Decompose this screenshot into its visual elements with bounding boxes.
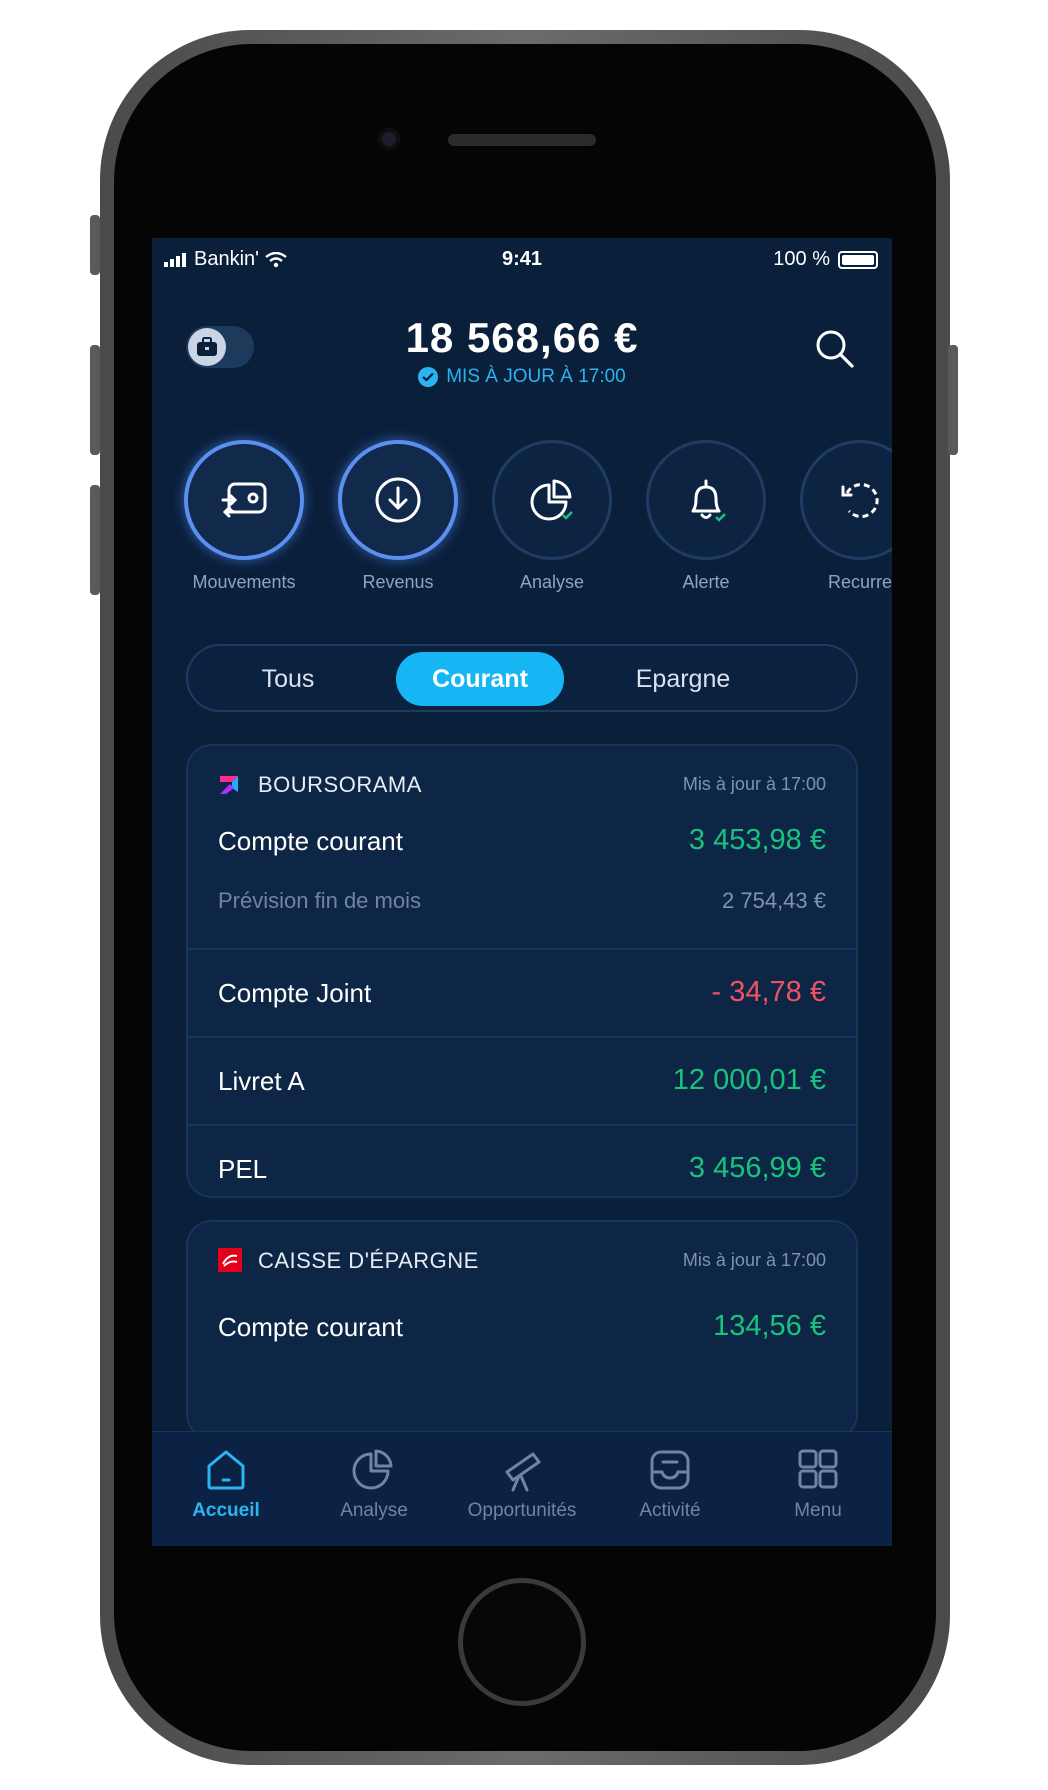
account-name: Compte Joint (218, 978, 372, 1008)
account-row[interactable]: Compte courant 3 453,98 € (188, 816, 856, 878)
grid-icon (798, 1449, 838, 1489)
caisse-epargne-logo-icon (218, 1248, 242, 1272)
shortcut-ring (492, 440, 612, 560)
tab-epargne[interactable]: Epargne (588, 652, 778, 706)
account-row[interactable]: Compte courant 134,56 € (188, 1302, 856, 1364)
shortcut-label: Revenus (362, 572, 434, 592)
search-icon[interactable] (812, 326, 858, 372)
bank-card-caisse-epargne: CAISSE D'ÉPARGNE Mis à jour à 17:00 Comp… (186, 1220, 858, 1440)
bank-updated: Mis à jour à 17:00 (682, 1250, 826, 1270)
pie-chart-icon (352, 1449, 393, 1490)
account-name: Livret A (218, 1066, 305, 1096)
power-button (948, 345, 958, 455)
battery-icon (838, 250, 878, 269)
shortcut-label: Recurre (827, 572, 892, 592)
shortcut-alerte[interactable]: Alerte (644, 440, 768, 593)
bank-name: BOURSORAMA (258, 772, 422, 797)
bank-name: CAISSE D'ÉPARGNE (258, 1248, 479, 1273)
bank-header: CAISSE D'ÉPARGNE Mis à jour à 17:00 (188, 1222, 856, 1292)
total-balance: 18 568,66 € (405, 314, 639, 361)
bottom-tab-bar: Accueil Analyse Opportunités Activité Me… (152, 1431, 892, 1546)
status-right: 100 % (773, 248, 878, 271)
shortcut-label: Alerte (682, 572, 730, 592)
front-camera (378, 128, 400, 150)
mute-switch (90, 215, 100, 275)
transfer-card-icon (221, 482, 267, 518)
nav-label: Menu (794, 1500, 842, 1521)
download-circle-icon (375, 477, 421, 523)
account-filter-tabs: Tous Courant Epargne (186, 644, 858, 712)
pie-chart-check-icon (530, 479, 573, 521)
account-row[interactable]: Livret A 12 000,01 € (188, 1036, 856, 1124)
volume-up-button (90, 345, 100, 455)
account-name: PEL (218, 1154, 268, 1184)
account-row[interactable]: PEL 3 456,99 € (188, 1124, 856, 1196)
nav-activite[interactable]: Activité (596, 1448, 744, 1522)
nav-opportunites[interactable]: Opportunités (448, 1448, 596, 1522)
forecast-row: Prévision fin de mois 2 754,43 € (188, 878, 856, 948)
nav-accueil[interactable]: Accueil (152, 1448, 300, 1522)
account-name: Compte courant (218, 1312, 403, 1342)
account-row[interactable]: Compte Joint - 34,78 € (188, 948, 856, 1036)
shortcut-label: Mouvements (192, 572, 296, 592)
home-icon (207, 1450, 245, 1490)
app-screen: Bankin' 9:41 100 % 18 568,66 € MIS À JOU… (152, 238, 892, 1546)
shortcut-ring (338, 440, 458, 560)
shortcut-ring (184, 440, 304, 560)
account-balance: 3 453,98 € (688, 824, 826, 856)
sync-status-text: MIS À JOUR À 17:00 (446, 366, 626, 387)
shortcut-label: Analyse (519, 572, 585, 592)
volume-down-button (90, 485, 100, 595)
shortcut-analyse[interactable]: Analyse (490, 440, 614, 593)
nav-label: Accueil (192, 1500, 260, 1521)
account-balance: 12 000,01 € (672, 1064, 826, 1096)
account-balance: 3 456,99 € (688, 1152, 826, 1184)
forecast-amount: 2 754,43 € (722, 888, 826, 913)
nav-label: Analyse (340, 1500, 408, 1521)
telescope-icon (505, 1452, 541, 1492)
nav-analyse[interactable]: Analyse (300, 1448, 448, 1522)
bank-card-boursorama: BOURSORAMA Mis à jour à 17:00 Compte cou… (186, 744, 858, 1198)
recurring-icon (841, 483, 879, 519)
sync-status: MIS À JOUR À 17:00 (152, 366, 892, 388)
bank-header: BOURSORAMA Mis à jour à 17:00 (188, 746, 856, 816)
shortcuts-row: Mouvements Revenus Analyse Alerte Recurr… (182, 440, 892, 600)
tab-tous[interactable]: Tous (198, 652, 378, 706)
status-bar: Bankin' 9:41 100 % (152, 238, 892, 282)
home-button[interactable] (458, 1578, 586, 1706)
account-balance: 134,56 € (713, 1310, 826, 1342)
shortcut-ring (800, 440, 892, 560)
account-balance: - 34,78 € (711, 976, 826, 1008)
forecast-label: Prévision fin de mois (218, 888, 421, 913)
earpiece-speaker (448, 134, 596, 146)
account-name: Compte courant (218, 826, 403, 856)
inbox-icon (650, 1450, 690, 1490)
shortcut-revenus[interactable]: Revenus (336, 440, 460, 593)
boursorama-logo-icon (220, 776, 238, 794)
tab-courant[interactable]: Courant (396, 652, 564, 706)
bell-check-icon (691, 479, 726, 522)
check-circle-icon (418, 367, 439, 387)
bank-updated: Mis à jour à 17:00 (682, 774, 826, 794)
shortcut-ring (646, 440, 766, 560)
nav-menu[interactable]: Menu (744, 1448, 892, 1522)
nav-label: Activité (639, 1500, 701, 1521)
shortcut-recurrences[interactable]: Recurre (798, 440, 892, 593)
battery-percent: 100 % (773, 248, 830, 270)
shortcut-mouvements[interactable]: Mouvements (182, 440, 306, 593)
nav-label: Opportunités (467, 1500, 577, 1521)
